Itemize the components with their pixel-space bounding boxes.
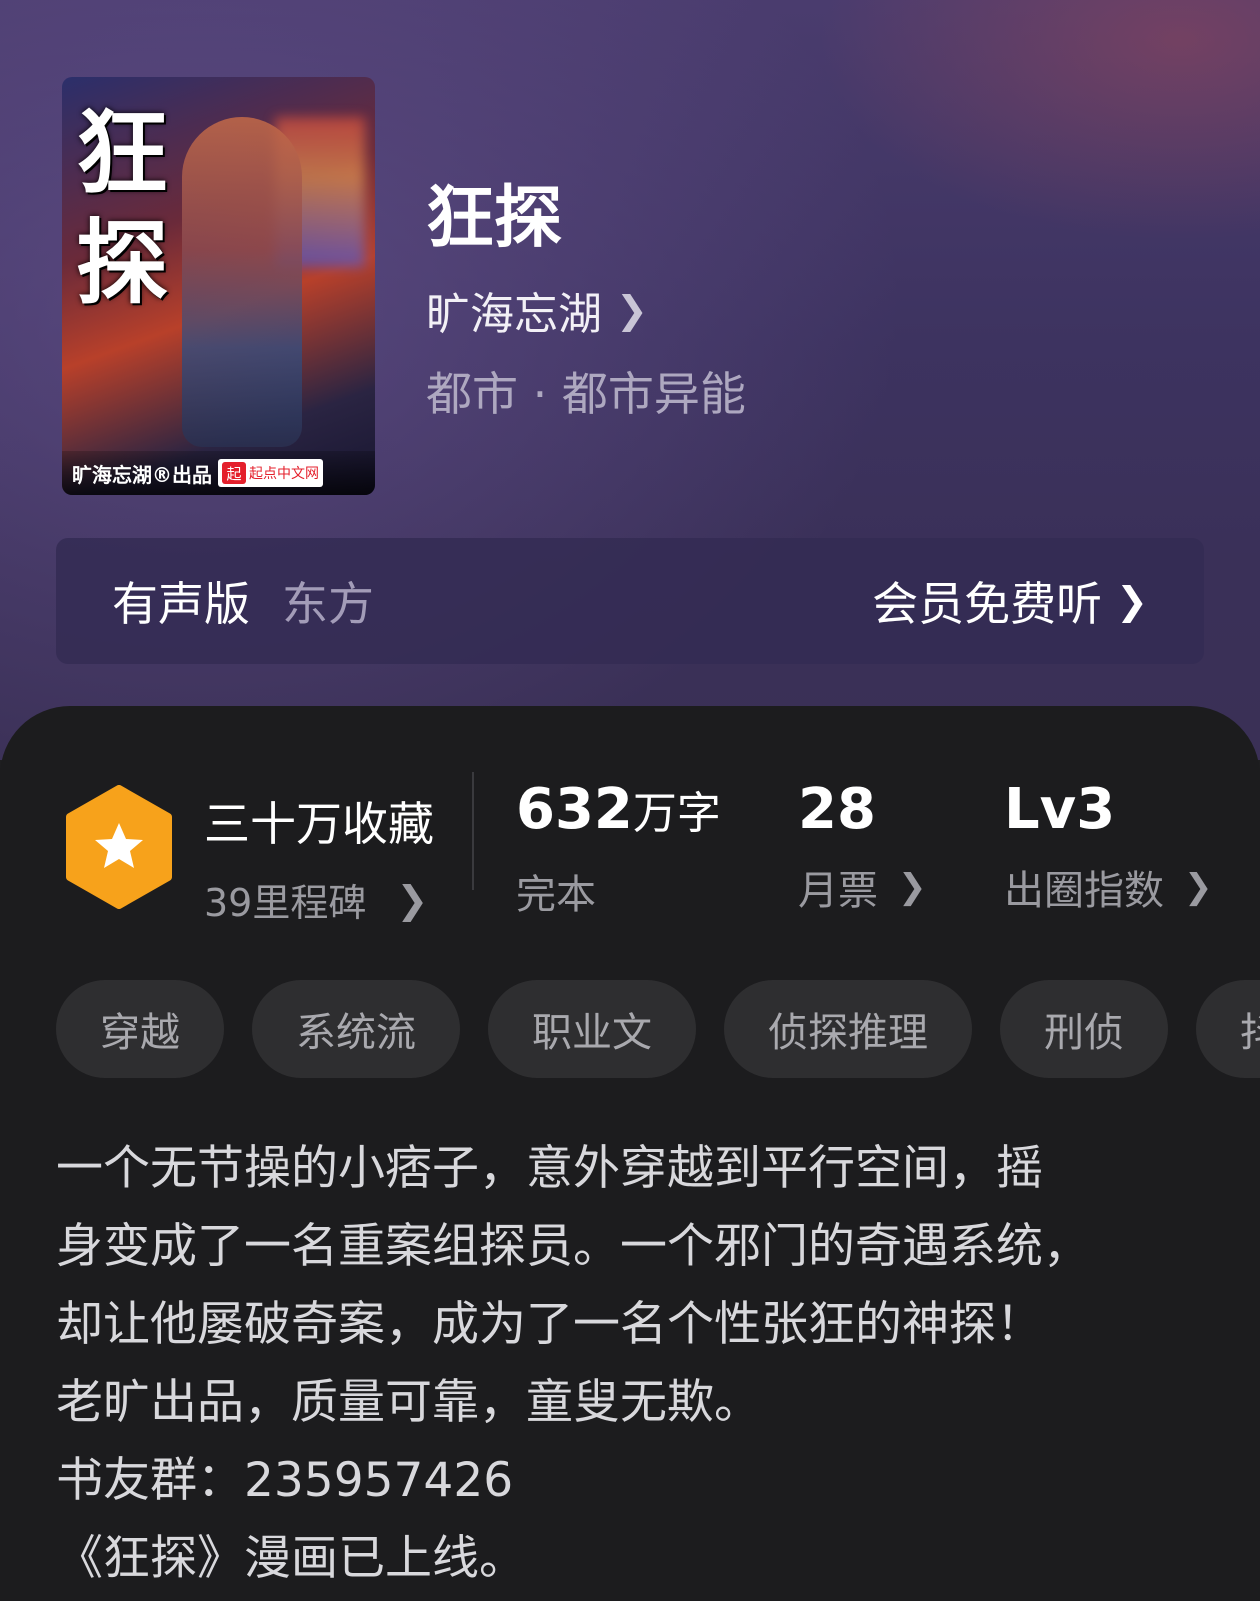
word-count-value: 632 [516,777,633,842]
popularity-index-stat[interactable]: Lv3 出圈指数 ❯ [1004,778,1213,916]
monthly-votes-label: 月票 [798,868,878,914]
member-free-listen-label: 会员免费听 [872,577,1103,631]
monthly-votes-stat[interactable]: 28 月票 ❯ [798,778,927,916]
audiobook-bar[interactable]: 有声版 东方 会员免费听 ❯ [56,538,1204,664]
member-free-listen-button[interactable]: 会员免费听 ❯ [872,568,1148,634]
audiobook-label: 有声版 [112,577,250,631]
favorites-count: 三十万收藏 [204,797,434,851]
tag-chip[interactable]: 穿越 [56,980,224,1078]
tag-chip[interactable]: 侦探推理 [724,980,972,1078]
favorites-stat[interactable]: 三十万收藏 39里程碑 ❯ [204,788,434,927]
book-description[interactable]: 一个无节操的小痞子，意外穿越到平行空间，摇 身变成了一名重案组探员。一个邪门的奇… [56,1130,1216,1598]
audiobook-narrator: 东方 [282,577,374,631]
milestones-label: 39里程碑 [204,881,367,925]
description-line: 老旷出品，质量可靠，童叟无欺。 [56,1375,761,1430]
publisher-name: 起点中文网 [249,466,319,482]
cover-footer: 旷海忘湖®出品 起 起点中文网 [62,451,375,495]
monthly-votes-value: 28 [798,777,876,842]
hexagon-star-icon[interactable] [64,785,174,909]
stats-divider [472,772,474,890]
cover-title-char-2: 探 [76,209,169,317]
chevron-right-icon: ❯ [616,288,648,332]
tag-chip[interactable]: 抖 [1196,980,1260,1078]
author-link[interactable]: 旷海忘湖 ❯ [426,278,648,342]
description-line: 一个无节操的小痞子，意外穿越到平行空间，摇 [56,1141,1043,1196]
tag-chip[interactable]: 系统流 [252,980,460,1078]
completion-status: 完本 [516,872,596,918]
cover-credit: 旷海忘湖®出品 [72,462,212,487]
description-line: 却让他屡破奇案，成为了一名个性张狂的神探！ [56,1297,1043,1352]
cover-title-char-1: 狂 [76,99,169,207]
publisher-mark-icon: 起 [222,462,246,484]
chevron-right-icon: ❯ [1116,579,1148,623]
chevron-right-icon: ❯ [1184,867,1213,907]
description-line: 身变成了一名重案组探员。一个邪门的奇遇系统， [56,1219,1090,1274]
popularity-index-label: 出圈指数 [1004,868,1164,914]
popularity-level: Lv3 [1004,777,1116,842]
word-count-stat: 632万字 完本 [516,778,721,920]
publisher-logo: 起 起点中文网 [218,459,323,487]
chevron-right-icon: ❯ [898,867,927,907]
word-count-unit: 万字 [632,788,721,839]
tag-chip[interactable]: 职业文 [488,980,696,1078]
author-name: 旷海忘湖 [426,289,602,340]
chevron-right-icon: ❯ [396,877,429,922]
tag-list: 穿越 系统流 职业文 侦探推理 刑侦 抖 [56,980,1260,1080]
book-title: 狂探 [426,178,563,258]
book-cover[interactable]: 狂 探 旷海忘湖®出品 起 起点中文网 [62,77,375,495]
cover-figure-art [182,117,302,447]
tag-chip[interactable]: 刑侦 [1000,980,1168,1078]
description-line: 书友群：235957426 [56,1453,514,1508]
book-header: 狂 探 旷海忘湖®出品 起 起点中文网 狂探 旷海忘湖 ❯ 都市 · 都市异能 … [0,0,1260,760]
milestones-link[interactable]: 39里程碑 ❯ [204,872,434,927]
genre-label: 都市 · 都市异能 [426,367,746,421]
description-line: 《狂探》漫画已上线。 [56,1531,526,1586]
